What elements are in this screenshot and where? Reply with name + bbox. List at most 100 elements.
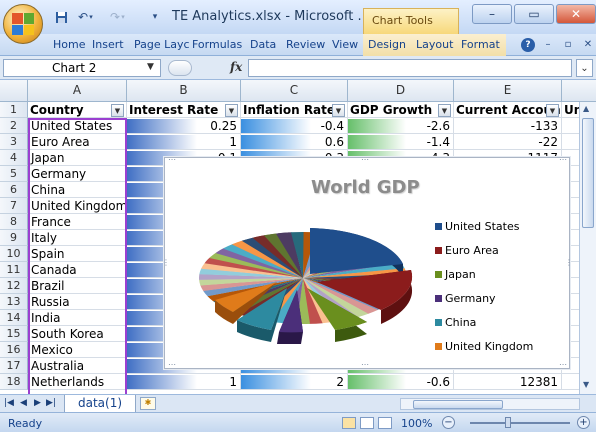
header-cell[interactable]: Interest Rate ▼ — [127, 102, 241, 118]
row-header[interactable]: 2 — [0, 118, 28, 134]
data-cell[interactable]: -1.4 — [348, 134, 454, 150]
chart-resize-handle[interactable]: ⋯ — [559, 155, 568, 164]
row-header[interactable]: 5 — [0, 166, 28, 182]
chart-resize-handle[interactable]: ⋮ — [162, 258, 171, 267]
country-cell[interactable]: France — [28, 214, 127, 230]
column-header-f[interactable] — [562, 80, 596, 102]
data-cell[interactable]: -2.6 — [348, 118, 454, 134]
column-header-b[interactable]: B — [127, 80, 241, 102]
row-header[interactable]: 11 — [0, 262, 28, 278]
select-all-corner[interactable] — [0, 80, 28, 102]
legend-entry[interactable]: Japan — [435, 268, 476, 281]
row-header[interactable]: 8 — [0, 214, 28, 230]
country-cell[interactable]: United Kingdom — [28, 198, 127, 214]
row-header[interactable]: 9 — [0, 230, 28, 246]
formula-input[interactable] — [248, 59, 572, 77]
page-layout-view-icon[interactable] — [360, 417, 374, 429]
insert-sheet-icon[interactable]: ✱ — [140, 397, 156, 410]
tab-insert[interactable]: Insert — [92, 38, 124, 51]
tab-review[interactable]: Review — [286, 38, 325, 51]
data-cell[interactable]: 2 — [241, 374, 348, 390]
redo-dropdown-icon[interactable]: ▾ — [118, 8, 128, 26]
row-header[interactable]: 16 — [0, 342, 28, 358]
tab-layout[interactable]: Layout — [416, 38, 453, 51]
legend-entry[interactable]: United States — [435, 220, 520, 233]
prev-sheet-icon[interactable]: ◀ — [20, 398, 27, 408]
country-cell[interactable]: United States — [28, 118, 127, 134]
close-button[interactable]: ✕ — [556, 4, 596, 24]
first-sheet-icon[interactable]: |◀ — [4, 398, 14, 408]
row-header[interactable]: 1 — [0, 102, 28, 118]
chart-object[interactable]: ⋯ ⋯ ⋯ ⋮ ⋮ ⋯ ⋯ ⋯ World GDP United States E… — [162, 155, 573, 369]
country-cell[interactable]: South Korea — [28, 326, 127, 342]
row-header[interactable]: 15 — [0, 326, 28, 342]
workbook-minimize-icon[interactable]: – — [540, 37, 556, 52]
filter-dropdown-icon[interactable]: ▼ — [332, 104, 345, 117]
name-box[interactable]: Chart 2 — [3, 59, 161, 77]
horizontal-scrollbar[interactable] — [400, 398, 580, 410]
country-cell[interactable]: Brazil — [28, 278, 127, 294]
undo-dropdown-icon[interactable]: ▾ — [86, 8, 96, 26]
country-cell[interactable]: Mexico — [28, 342, 127, 358]
data-cell[interactable]: -0.6 — [348, 374, 454, 390]
help-button[interactable]: ? — [520, 37, 536, 52]
office-button[interactable] — [3, 4, 43, 44]
save-icon[interactable] — [52, 8, 70, 26]
vertical-scroll-thumb[interactable] — [582, 118, 594, 228]
tab-page-layout[interactable]: Page Layc — [134, 38, 190, 51]
expand-formula-bar-icon[interactable]: ⌄ — [576, 59, 593, 77]
column-header-c[interactable]: C — [241, 80, 348, 102]
country-cell[interactable]: Italy — [28, 230, 127, 246]
zoom-slider-knob[interactable] — [505, 417, 511, 428]
header-cell[interactable]: GDP Growth ▼ — [348, 102, 454, 118]
header-cell[interactable]: Current Accoun ▼ — [454, 102, 562, 118]
vertical-scrollbar[interactable]: ▲ ▼ — [579, 102, 596, 394]
country-cell[interactable]: Russia — [28, 294, 127, 310]
data-cell[interactable]: 12381 — [454, 374, 562, 390]
zoom-slider[interactable] — [470, 422, 570, 424]
tab-home[interactable]: Home — [53, 38, 85, 51]
country-cell[interactable]: Spain — [28, 246, 127, 262]
country-cell[interactable]: Germany — [28, 166, 127, 182]
row-header[interactable]: 3 — [0, 134, 28, 150]
column-header-d[interactable]: D — [348, 80, 454, 102]
legend-entry[interactable]: Euro Area — [435, 244, 499, 257]
chart-resize-handle[interactable]: ⋮ — [565, 258, 574, 267]
tab-data[interactable]: Data — [250, 38, 276, 51]
next-sheet-icon[interactable]: ▶ — [34, 398, 41, 408]
tab-design[interactable]: Design — [368, 38, 406, 51]
country-cell[interactable]: Euro Area — [28, 134, 127, 150]
row-header[interactable]: 7 — [0, 198, 28, 214]
data-cell[interactable]: -22 — [454, 134, 562, 150]
header-cell[interactable]: Inflation Rate ▼ — [241, 102, 348, 118]
chart-resize-handle[interactable]: ⋯ — [168, 360, 177, 369]
row-header[interactable]: 13 — [0, 294, 28, 310]
minimize-button[interactable]: – — [472, 4, 512, 24]
pie-chart-plot[interactable] — [175, 216, 435, 356]
legend-entry[interactable]: China — [435, 316, 476, 329]
country-cell[interactable]: Canada — [28, 262, 127, 278]
chart-title[interactable]: World GDP — [311, 177, 420, 198]
data-cell[interactable]: -0.4 — [241, 118, 348, 134]
data-cell[interactable]: 1 — [127, 134, 241, 150]
filter-dropdown-icon[interactable]: ▼ — [438, 104, 451, 117]
zoom-out-icon[interactable]: − — [442, 416, 455, 429]
country-cell[interactable]: Netherlands — [28, 374, 127, 390]
scroll-up-icon[interactable]: ▲ — [583, 104, 589, 113]
legend-entry[interactable]: United Kingdom — [435, 340, 533, 353]
row-header[interactable]: 6 — [0, 182, 28, 198]
tab-format[interactable]: Format — [461, 38, 500, 51]
data-cell[interactable]: 0.25 — [127, 118, 241, 134]
scroll-down-icon[interactable]: ▼ — [583, 380, 589, 389]
country-cell[interactable]: Australia — [28, 358, 127, 374]
horizontal-scroll-thumb[interactable] — [413, 400, 503, 409]
row-header[interactable]: 14 — [0, 310, 28, 326]
column-header-e[interactable]: E — [454, 80, 562, 102]
row-header[interactable]: 18 — [0, 374, 28, 390]
country-cell[interactable]: China — [28, 182, 127, 198]
workbook-close-icon[interactable]: ✕ — [580, 37, 596, 52]
filter-dropdown-icon[interactable]: ▼ — [546, 104, 559, 117]
customize-toolbar-icon[interactable]: ▾ — [146, 8, 164, 26]
filter-dropdown-icon[interactable]: ▼ — [225, 104, 238, 117]
data-cell[interactable]: 1 — [127, 374, 241, 390]
